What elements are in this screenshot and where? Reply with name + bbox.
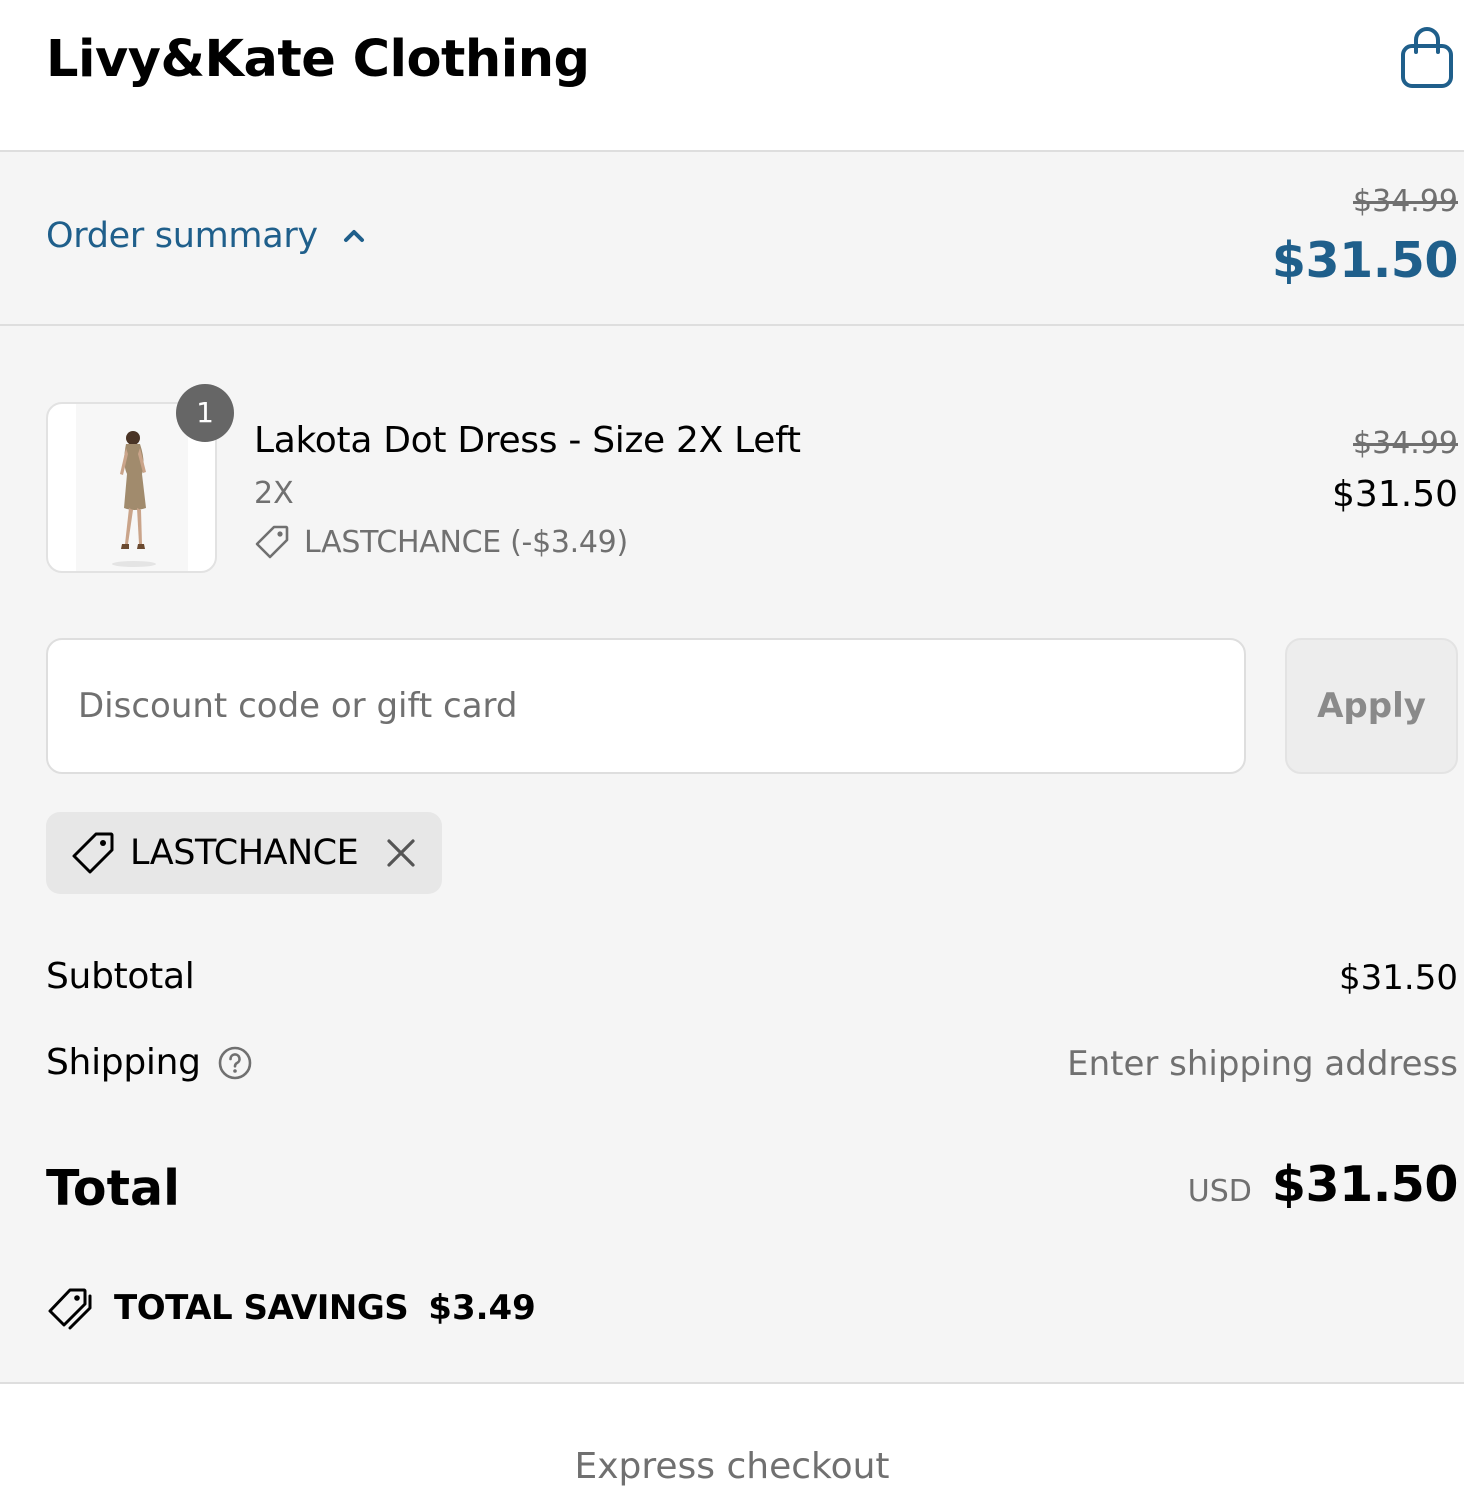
tags-icon xyxy=(48,1288,92,1330)
express-checkout-section: Express checkout xyxy=(0,1384,1464,1498)
order-summary-label: Order summary xyxy=(46,216,318,256)
discount-code-input[interactable] xyxy=(46,638,1246,774)
shipping-value: Enter shipping address xyxy=(1067,1044,1458,1084)
product-title: Lakota Dot Dress - Size 2X Left xyxy=(254,420,801,461)
order-summary-panel: 1 Lakota Dot Dress - Size 2X Left 2X LAS… xyxy=(0,326,1464,1384)
store-header: Livy&Kate Clothing xyxy=(0,0,1464,152)
quantity-badge: 1 xyxy=(176,384,234,442)
shipping-row: Shipping xyxy=(46,1042,253,1083)
total-label: Total xyxy=(46,1160,180,1217)
product-image xyxy=(76,404,188,571)
total-savings: TOTAL SAVINGS $3.49 xyxy=(46,1286,536,1330)
subtotal-value: $31.50 xyxy=(1339,958,1458,998)
subtotal-label: Subtotal xyxy=(46,956,195,997)
summary-total-price: $31.50 xyxy=(1271,232,1459,289)
tag-icon xyxy=(255,525,289,559)
product-discount-text: LASTCHANCE (-$3.49) xyxy=(304,524,628,560)
apply-button[interactable]: Apply xyxy=(1285,638,1458,774)
shopping-bag-icon xyxy=(1401,27,1453,88)
applied-discount-code: LASTCHANCE xyxy=(130,833,359,873)
total-amount: $31.50 xyxy=(1271,1156,1459,1213)
applied-discount-tag: LASTCHANCE xyxy=(46,812,442,894)
question-circle-icon[interactable] xyxy=(217,1045,253,1081)
close-icon[interactable] xyxy=(384,836,418,870)
total-amount-group: USD $31.50 xyxy=(1187,1156,1459,1213)
cart-button[interactable] xyxy=(1396,26,1458,92)
line-item: 1 Lakota Dot Dress - Size 2X Left 2X LAS… xyxy=(0,326,1464,586)
store-name[interactable]: Livy&Kate Clothing xyxy=(46,30,590,89)
order-summary-bar: Order summary $34.99 $31.50 xyxy=(0,152,1464,326)
item-compare-price: $34.99 xyxy=(1353,426,1458,461)
product-variant: 2X xyxy=(254,476,294,511)
summary-compare-price: $34.99 xyxy=(1353,184,1458,219)
total-savings-amount: $3.49 xyxy=(428,1288,536,1328)
total-savings-label: TOTAL SAVINGS xyxy=(114,1288,409,1328)
express-checkout-label: Express checkout xyxy=(574,1446,890,1487)
tag-icon xyxy=(72,832,114,874)
order-summary-toggle[interactable]: Order summary xyxy=(46,216,368,256)
chevron-up-icon xyxy=(343,230,364,242)
item-price: $31.50 xyxy=(1332,474,1458,515)
product-discount: LASTCHANCE (-$3.49) xyxy=(254,524,628,560)
currency-code: USD xyxy=(1187,1174,1252,1209)
shipping-label: Shipping xyxy=(46,1042,201,1083)
